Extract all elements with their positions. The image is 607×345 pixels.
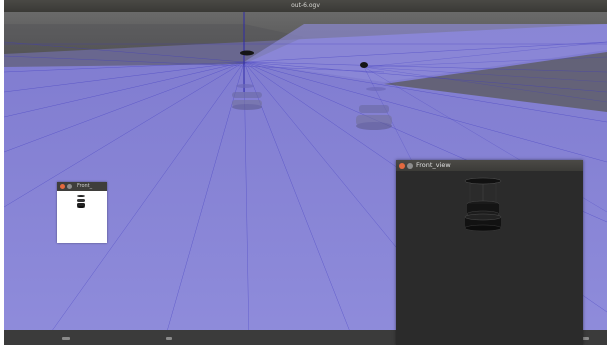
front-view-window[interactable]: Front_view <box>396 160 583 345</box>
front-view-content <box>396 171 583 345</box>
front-view-title: Front_view <box>416 161 451 169</box>
minimize-icon[interactable] <box>407 163 413 169</box>
close-icon[interactable] <box>399 163 405 169</box>
front-window-small-title: Front_ <box>77 183 93 189</box>
front-window-small-content <box>57 191 107 243</box>
bottom-bar-control-mid[interactable] <box>166 337 172 340</box>
main-window: out-6.ogv Front_ Front_view <box>0 0 607 345</box>
front-window-small-titlebar[interactable]: Front_ <box>57 182 107 191</box>
robot-thumbnail <box>77 195 85 208</box>
bottom-bar-control-left[interactable] <box>62 337 70 340</box>
window-title-bar[interactable]: out-6.ogv <box>4 0 607 12</box>
close-icon[interactable] <box>60 184 65 189</box>
minimize-icon[interactable] <box>67 184 72 189</box>
front-view-titlebar[interactable]: Front_view <box>396 160 583 171</box>
front-window-small[interactable]: Front_ <box>57 182 107 243</box>
window-title: out-6.ogv <box>291 2 320 9</box>
robot-front-render <box>464 177 502 232</box>
